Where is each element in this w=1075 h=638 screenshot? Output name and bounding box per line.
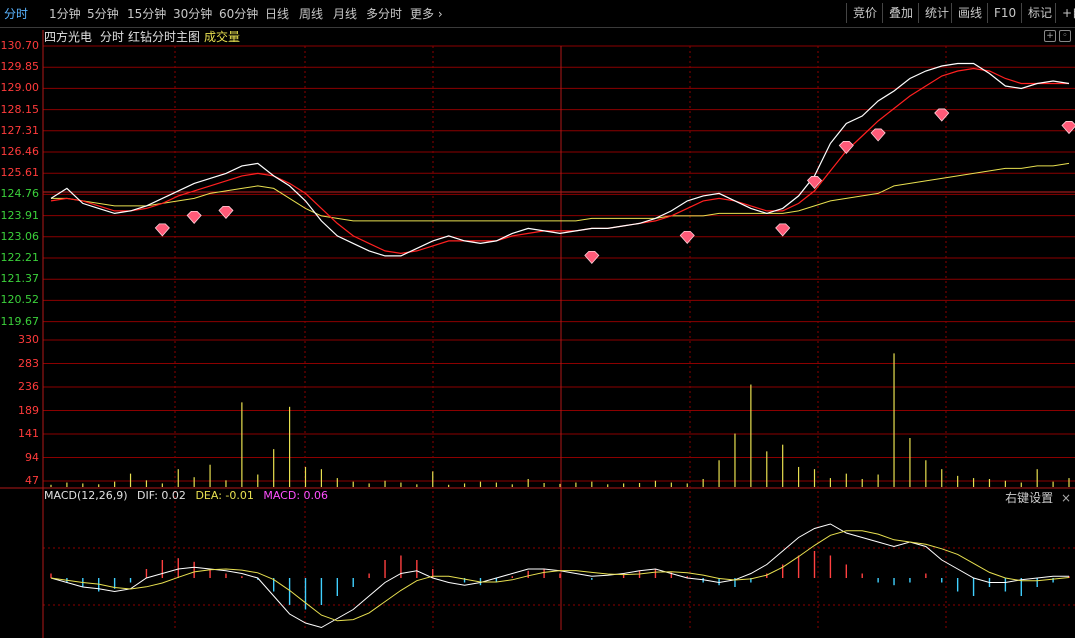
price-tick-label: 130.70 — [0, 39, 40, 52]
macd-settings[interactable]: 右键设置 × — [1005, 489, 1071, 506]
macd-value: MACD: 0.06 — [263, 489, 329, 502]
price-tick-label: 120.52 — [0, 293, 40, 307]
macd-header: MACD(12,26,9) DIF: 0.02 DEA: -0.01 MACD:… — [44, 489, 334, 505]
signal-diamond-icon — [218, 206, 234, 220]
macd-dea: DEA: -0.01 — [195, 489, 254, 502]
price-tick-label: 119.67 — [0, 314, 40, 328]
price-tick-label: 121.37 — [0, 272, 40, 286]
signal-diamond-icon — [584, 250, 600, 264]
signal-diamond-icon — [679, 230, 695, 245]
price-tick-label: 129.85 — [0, 60, 40, 74]
volume-tick-label: 236 — [18, 380, 39, 393]
volume-tick-label: 47 — [25, 474, 39, 487]
price-tick-label: 122.21 — [0, 251, 40, 264]
signal-diamond-icon — [934, 108, 950, 122]
signal-diamond-icon — [870, 128, 886, 142]
signal-diamond-icon — [775, 223, 791, 237]
price-tick-label: 125.61 — [0, 166, 40, 180]
price-tick-label: 129.00 — [0, 81, 40, 95]
volume-tick-label: 189 — [18, 403, 39, 417]
intraday-chart[interactable] — [0, 0, 1075, 638]
price-tick-label: 127.31 — [0, 123, 40, 137]
signal-diamond-icon — [1061, 121, 1075, 135]
signal-diamond-icon — [154, 223, 170, 237]
ma-line — [50, 67, 1069, 255]
close-icon[interactable]: × — [1061, 491, 1071, 505]
volume-tick-label: 141 — [18, 427, 39, 440]
macd-settings-label[interactable]: 右键设置 — [1005, 491, 1053, 505]
price-tick-label: 123.06 — [0, 229, 40, 243]
macd-title: MACD(12,26,9) — [44, 489, 128, 502]
volume-tick-label: 330 — [18, 333, 39, 346]
price-tick-label: 126.46 — [0, 145, 40, 158]
signal-diamond-icon — [806, 176, 823, 190]
price-tick-label: 124.76 — [0, 187, 40, 201]
price-tick-label: 123.91 — [0, 208, 40, 222]
volume-tick-label: 283 — [18, 356, 39, 370]
volume-tick-label: 94 — [25, 450, 39, 464]
signal-diamond-icon — [186, 211, 202, 225]
price-tick-label: 128.15 — [0, 102, 40, 116]
macd-dif: DIF: 0.02 — [137, 489, 186, 502]
